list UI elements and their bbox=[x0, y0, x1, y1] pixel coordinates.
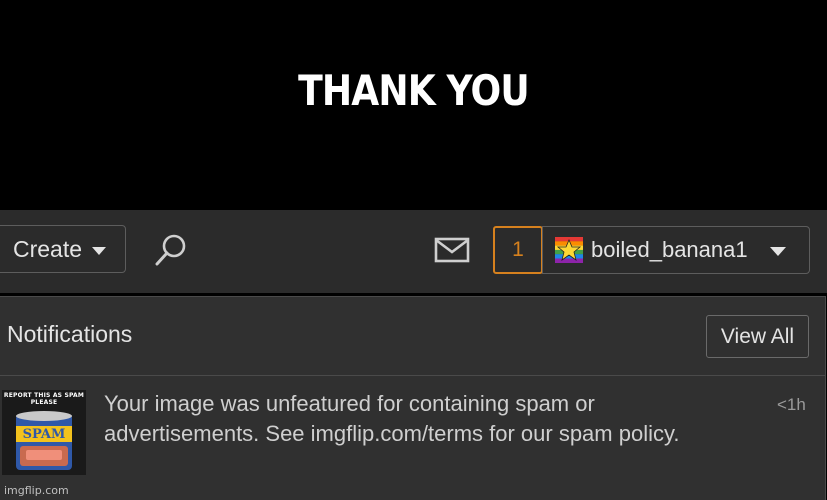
notifications-title: Notifications bbox=[7, 321, 133, 347]
notification-count: 1 bbox=[512, 238, 524, 261]
meme-caption: THANK YOU bbox=[298, 66, 530, 115]
notification-message: Your image was unfeatured for containing… bbox=[104, 391, 680, 446]
notification-time: <1h bbox=[777, 395, 806, 414]
mail-icon[interactable] bbox=[434, 237, 470, 263]
caret-down-icon bbox=[769, 247, 786, 256]
notifications-panel: Notifications View All REPORT THIS AS SP… bbox=[0, 296, 826, 500]
view-all-button[interactable]: View All bbox=[706, 315, 809, 358]
notification-count-button[interactable]: 1 bbox=[493, 226, 543, 274]
user-menu-button[interactable]: boiled_banana1 bbox=[542, 226, 810, 274]
meme-frame: THANK YOU Create 1 boiled_banana1 Notifi… bbox=[0, 0, 827, 500]
notification-item[interactable]: REPORT THIS AS SPAM PLEASE SPAM Your ima… bbox=[0, 377, 825, 500]
top-navbar: Create 1 boiled_banana1 bbox=[0, 210, 827, 293]
notification-thumbnail: REPORT THIS AS SPAM PLEASE SPAM bbox=[2, 390, 86, 475]
thumbnail-label: SPAM bbox=[22, 427, 66, 442]
create-button-label: Create bbox=[13, 235, 83, 262]
notifications-header: Notifications View All bbox=[0, 297, 825, 376]
caption-band: THANK YOU bbox=[0, 0, 827, 210]
avatar bbox=[555, 237, 583, 263]
caret-down-icon bbox=[92, 246, 107, 255]
username: boiled_banana1 bbox=[591, 237, 748, 262]
create-button[interactable]: Create bbox=[0, 225, 126, 273]
watermark: imgflip.com bbox=[4, 484, 69, 497]
search-icon[interactable] bbox=[152, 231, 190, 269]
